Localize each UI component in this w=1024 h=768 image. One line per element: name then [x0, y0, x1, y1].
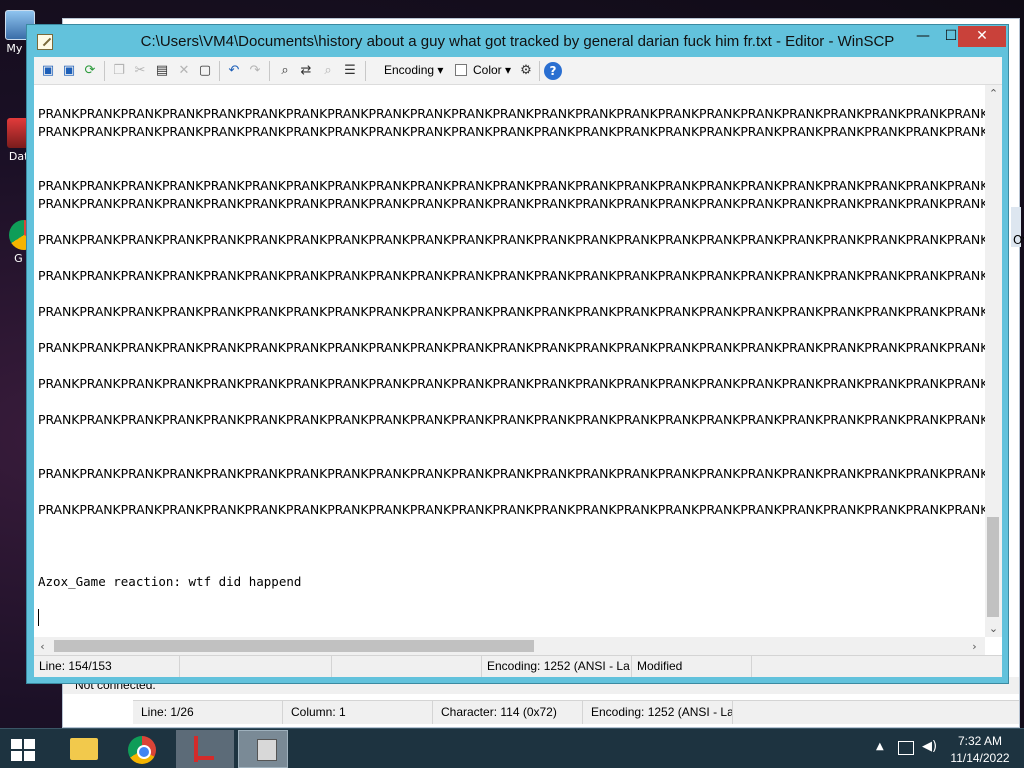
text-line: PRANKPRANKPRANKPRANKPRANKPRANKPRANKPRANK…	[38, 106, 986, 121]
text-line	[38, 141, 986, 159]
status-encoding: Encoding: 1252 (ANSI - La	[482, 656, 632, 677]
status-modified: Modified	[632, 656, 752, 677]
minimize-button[interactable]: —	[909, 26, 937, 47]
status-character: Character: 114 (0x72)	[433, 701, 583, 724]
taskbar-winscp[interactable]	[238, 730, 288, 768]
text-cursor	[38, 609, 39, 626]
text-line	[38, 429, 986, 447]
delete-icon[interactable]: ✕	[175, 62, 193, 80]
start-button[interactable]	[0, 729, 48, 768]
text-line: PRANKPRANKPRANKPRANKPRANKPRANKPRANKPRANK…	[38, 340, 986, 355]
editor-statusbar: Line: 154/153 Encoding: 1252 (ANSI - La …	[34, 655, 1002, 677]
status-line: Line: 1/26	[133, 701, 283, 724]
paste-icon[interactable]: ▤	[153, 62, 171, 80]
text-line	[38, 357, 986, 375]
help-icon[interactable]: ?	[544, 62, 562, 80]
scroll-right-icon[interactable]: ›	[966, 638, 983, 655]
select-all-icon[interactable]: ▢	[196, 62, 214, 80]
scroll-up-icon[interactable]: ⌃	[985, 85, 1002, 102]
background-statusbar: Line: 1/26 Column: 1 Character: 114 (0x7…	[133, 700, 1019, 724]
toolbar: ▣ ▣ ⟳ ❐ ✂ ▤ ✕ ▢ ↶ ↷ ⌕ ⇄ ⌕ ☰ Encoding ▾ C…	[34, 57, 1002, 85]
close-button[interactable]: ✕	[958, 26, 1006, 47]
save-all-icon[interactable]: ▣	[60, 62, 78, 80]
text-line: PRANKPRANKPRANKPRANKPRANKPRANKPRANKPRANK…	[38, 502, 986, 517]
text-line	[38, 285, 986, 303]
windows-logo-icon	[24, 751, 35, 761]
text-line	[38, 249, 986, 267]
text-line: PRANKPRANKPRANKPRANKPRANKPRANKPRANKPRANK…	[38, 124, 986, 139]
text-line	[38, 555, 986, 573]
taskbar: ▲ ◀) 7:32 AM 11/14/2022	[0, 728, 1024, 768]
winscp-icon	[257, 739, 277, 761]
taskbar-file-explorer[interactable]	[54, 730, 110, 768]
find-icon[interactable]: ⌕	[276, 62, 294, 80]
text-line	[38, 537, 986, 555]
text-line: PRANKPRANKPRANKPRANKPRANKPRANKPRANKPRANK…	[38, 466, 986, 481]
editor-window[interactable]: C:\Users\VM4\Documents\history about a g…	[26, 24, 1009, 684]
text-line	[38, 213, 986, 231]
title-bar[interactable]: C:\Users\VM4\Documents\history about a g…	[27, 25, 1008, 57]
reload-icon[interactable]: ⟳	[81, 62, 99, 80]
preferences-icon[interactable]: ⚙	[517, 62, 535, 80]
text-line	[38, 321, 986, 339]
windows-logo-icon	[11, 739, 22, 749]
text-line: PRANKPRANKPRANKPRANKPRANKPRANKPRANKPRANK…	[38, 232, 986, 247]
network-icon[interactable]	[898, 741, 914, 755]
cut-icon[interactable]: ✂	[131, 62, 149, 80]
color-dropdown[interactable]: Color ▾	[473, 63, 511, 77]
toolbar-separator	[104, 61, 105, 81]
window-title: C:\Users\VM4\Documents\history about a g…	[140, 33, 895, 50]
horizontal-scroll-thumb[interactable]	[54, 640, 534, 652]
text-line: PRANKPRANKPRANKPRANKPRANKPRANKPRANKPRANK…	[38, 268, 986, 283]
windows-logo-icon	[11, 751, 22, 761]
text-line: PRANKPRANKPRANKPRANKPRANKPRANKPRANKPRANK…	[38, 196, 986, 211]
panel-text: Ov	[1013, 233, 1024, 247]
chrome-icon	[128, 736, 156, 764]
copy-icon[interactable]: ❐	[110, 62, 128, 80]
vertical-scrollbar[interactable]: ⌃ ⌄	[985, 85, 1002, 637]
color-checkbox[interactable]	[455, 64, 467, 76]
replace-icon[interactable]: ⇄	[297, 62, 315, 80]
goto-line-icon[interactable]: ☰	[341, 62, 359, 80]
scroll-left-icon[interactable]: ‹	[34, 638, 51, 655]
scroll-down-icon[interactable]: ⌄	[985, 620, 1002, 637]
redo-icon[interactable]: ↷	[246, 62, 264, 80]
text-line	[38, 447, 986, 465]
toolbar-separator	[269, 61, 270, 81]
undo-icon[interactable]: ↶	[225, 62, 243, 80]
status-column: Column: 1	[283, 701, 433, 724]
text-line: PRANKPRANKPRANKPRANKPRANKPRANKPRANKPRANK…	[38, 304, 986, 319]
status-character	[332, 656, 482, 677]
volume-icon[interactable]: ◀)	[922, 739, 937, 754]
clock-time[interactable]: 7:32 AM	[944, 734, 1016, 748]
save-icon[interactable]: ▣	[39, 62, 57, 80]
status-encoding: Encoding: 1252 (ANSI - La	[583, 701, 733, 724]
reaction-line: Azox_Game reaction: wtf did happend	[38, 574, 302, 589]
status-line: Line: 154/153	[34, 656, 180, 677]
vertical-scroll-thumb[interactable]	[987, 517, 999, 617]
windows-logo-icon	[24, 739, 35, 749]
toolbar-separator	[219, 61, 220, 81]
clock-date[interactable]: 11/14/2022	[944, 751, 1016, 765]
taskbar-app[interactable]	[176, 730, 234, 768]
toolbar-separator	[539, 61, 540, 81]
folder-icon	[70, 738, 98, 760]
text-line	[38, 393, 986, 411]
taskbar-chrome[interactable]	[114, 730, 170, 768]
horizontal-scrollbar[interactable]: ‹ ›	[34, 637, 985, 655]
text-line: PRANKPRANKPRANKPRANKPRANKPRANKPRANKPRANK…	[38, 178, 986, 193]
find-next-icon[interactable]: ⌕	[319, 62, 337, 80]
text-line	[38, 483, 986, 501]
app-icon	[194, 736, 214, 762]
text-line: PRANKPRANKPRANKPRANKPRANKPRANKPRANKPRANK…	[38, 376, 986, 391]
text-line	[38, 519, 986, 537]
encoding-dropdown[interactable]: Encoding ▾	[384, 63, 443, 77]
text-line: PRANKPRANKPRANKPRANKPRANKPRANKPRANKPRANK…	[38, 412, 986, 427]
toolbar-separator	[365, 61, 366, 81]
text-line	[38, 159, 986, 177]
show-hidden-icons-icon[interactable]: ▲	[876, 741, 884, 752]
text-editor[interactable]: PRANKPRANKPRANKPRANKPRANKPRANKPRANKPRANK…	[34, 85, 1002, 655]
status-column	[180, 656, 332, 677]
